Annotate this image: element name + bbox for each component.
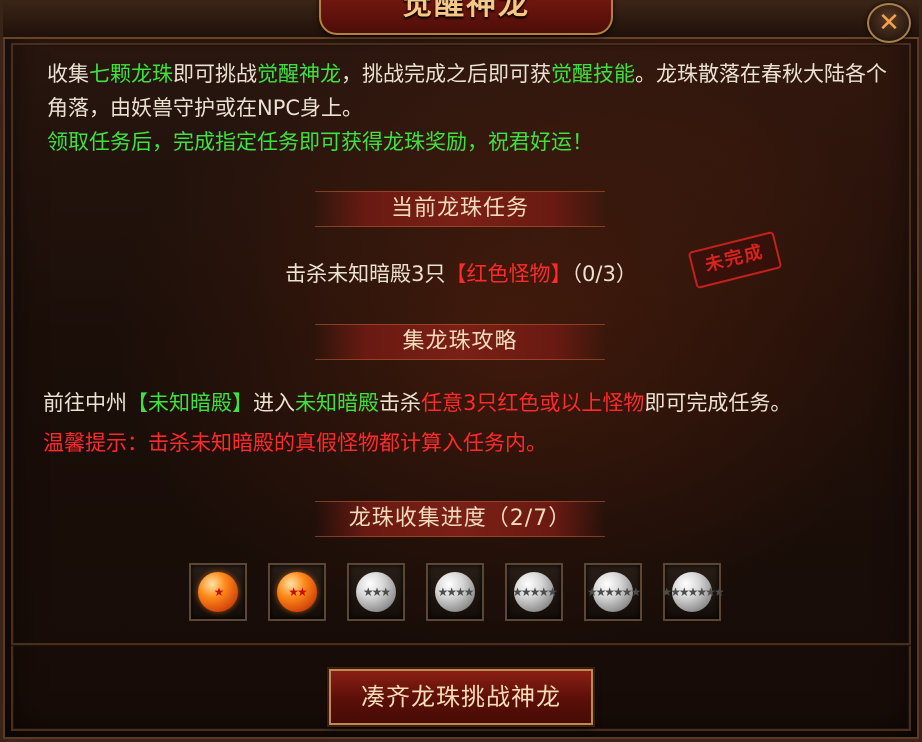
guide-location: 未知暗殿 <box>295 391 379 415</box>
challenge-dragon-button[interactable]: 凑齐龙珠挑战神龙 <box>329 669 593 725</box>
intro-highlight-awaken-skill: 觉醒技能 <box>551 62 635 86</box>
dragon-ball-slot-1[interactable]: ★ <box>189 563 247 621</box>
guide-text-c: 进入 <box>253 391 295 415</box>
task-description: 击杀未知暗殿3只 <box>285 262 446 286</box>
guide-text-e: 击杀 <box>379 391 421 415</box>
intro-text-2: 即可挑战 <box>173 62 257 86</box>
intro-good-luck-line: 领取任务后，完成指定任务即可获得龙珠奖励，祝君好运！ <box>47 130 593 154</box>
dragon-ball-2-star-icon: ★★ <box>277 572 317 612</box>
guide-location-bracket: 【未知暗殿】 <box>127 391 253 415</box>
intro-text: 收集七颗龙珠即可挑战觉醒神龙，挑战完成之后即可获觉醒技能。龙珠散落在春秋大陆各个… <box>47 57 897 159</box>
footer-divider <box>11 643 911 645</box>
intro-paragraph: 收集七颗龙珠即可挑战觉醒神龙，挑战完成之后即可获觉醒技能。龙珠散落在春秋大陆各个… <box>47 57 897 125</box>
panel-title: 觉醒神龙 <box>402 0 530 22</box>
guide-text: 前往中州【未知暗殿】进入未知暗殿击杀任意3只红色或以上怪物即可完成任务。 温馨提… <box>43 383 903 463</box>
close-button[interactable]: ✕ <box>867 3 911 43</box>
dragon-ball-6-star-icon: ★★★★★★ <box>587 572 641 612</box>
guide-text-g: 即可完成任务。 <box>644 391 792 415</box>
guide-text-a: 前往中州 <box>43 391 127 415</box>
dragon-ball-4-star-icon: ★★★★ <box>435 572 475 612</box>
dragon-ball-3-star-icon: ★★★ <box>356 572 396 612</box>
dragon-ball-slot-6[interactable]: ★★★★★★ <box>584 563 642 621</box>
current-task-header: 当前龙珠任务 <box>315 191 605 227</box>
current-task-line: 击杀未知暗殿3只【红色怪物】（0/3） <box>3 258 919 288</box>
dragon-ball-slots: ★ ★★ ★★★ ★★★★ ★★★★★ ★★★★★★ ★★★★★★★ <box>189 563 725 621</box>
dragon-ball-5-star-icon: ★★★★★ <box>512 572 558 612</box>
intro-text-1: 收集 <box>47 62 89 86</box>
dragon-awakening-panel: 觉醒神龙 ✕ 收集七颗龙珠即可挑战觉醒神龙，挑战完成之后即可获觉醒技能。龙珠散落… <box>0 0 922 742</box>
guide-kill-requirement: 任意3只红色或以上怪物 <box>421 391 645 415</box>
dragon-ball-slot-2[interactable]: ★★ <box>268 563 326 621</box>
dragon-ball-slot-3[interactable]: ★★★ <box>347 563 405 621</box>
intro-text-3: ，挑战完成之后即可获 <box>341 62 551 86</box>
intro-highlight-awaken-dragon: 觉醒神龙 <box>257 62 341 86</box>
guide-tip: 温馨提示：击杀未知暗殿的真假怪物都计算入任务内。 <box>43 431 547 455</box>
task-target-red-monster: 【红色怪物】 <box>445 262 572 286</box>
guide-line-1: 前往中州【未知暗殿】进入未知暗殿击杀任意3只红色或以上怪物即可完成任务。 <box>43 383 903 423</box>
intro-highlight-seven-orbs: 七颗龙珠 <box>89 62 173 86</box>
guide-header: 集龙珠攻略 <box>315 324 605 360</box>
dragon-ball-slot-4[interactable]: ★★★★ <box>426 563 484 621</box>
dragon-ball-1-star-icon: ★ <box>198 572 238 612</box>
close-icon: ✕ <box>878 8 900 38</box>
title-plaque: 觉醒神龙 <box>319 0 613 35</box>
dragon-ball-7-star-icon: ★★★★★★★ <box>661 572 725 612</box>
collection-progress-header: 龙珠收集进度（2/7） <box>315 501 605 537</box>
dragon-ball-slot-5[interactable]: ★★★★★ <box>505 563 563 621</box>
task-progress: （0/3） <box>571 262 637 286</box>
dragon-ball-slot-7[interactable]: ★★★★★★★ <box>661 563 725 621</box>
